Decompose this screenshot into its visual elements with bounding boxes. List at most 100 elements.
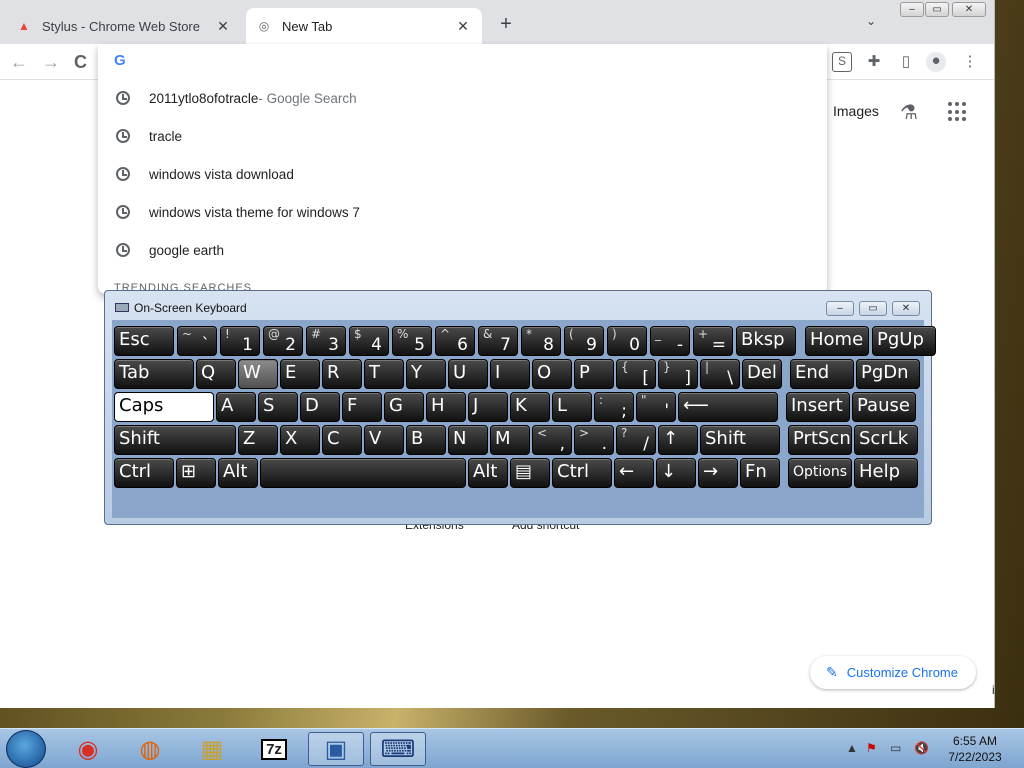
key-prtscn[interactable]: PrtScn xyxy=(788,425,852,455)
images-link[interactable]: Images xyxy=(833,103,879,119)
tab-stylus[interactable]: ▲ Stylus - Chrome Web Store ✕ xyxy=(6,8,242,44)
osk-close-button[interactable]: ✕ xyxy=(892,301,920,316)
suggestion-item[interactable]: windows vista theme for windows 7 xyxy=(98,193,827,231)
key-k[interactable]: K xyxy=(510,392,550,422)
taskbar-osk[interactable]: ⌨ xyxy=(370,732,426,766)
key-insert[interactable]: Insert xyxy=(786,392,850,422)
key-l[interactable]: L xyxy=(552,392,592,422)
apps-grid-icon[interactable] xyxy=(948,102,968,122)
start-button[interactable] xyxy=(6,730,46,768)
key-x[interactable]: X xyxy=(280,425,320,455)
key-symbol[interactable]: _ - xyxy=(650,326,690,356)
menu-icon[interactable]: ⋮ xyxy=(960,52,980,72)
minimize-button[interactable]: – xyxy=(900,2,924,17)
tab-new-tab[interactable]: ◎ New Tab ✕ xyxy=(246,8,482,44)
key-i[interactable]: I xyxy=(490,359,530,389)
key-symbol[interactable]: $4 xyxy=(349,326,389,356)
key-windows[interactable]: ⊞ xyxy=(176,458,216,488)
close-window-button[interactable]: ✕ xyxy=(952,2,986,17)
taskbar-7zip[interactable]: 7z xyxy=(246,732,302,766)
back-icon[interactable]: ← xyxy=(10,52,28,73)
suggestion-item[interactable]: windows vista download xyxy=(98,155,827,193)
key-pgdn[interactable]: PgDn xyxy=(856,359,920,389)
show-hidden-icons[interactable]: ▲ xyxy=(846,741,858,755)
key-symbol[interactable]: <, xyxy=(532,425,572,455)
key-ctrl[interactable]: Ctrl xyxy=(114,458,174,488)
key-space[interactable] xyxy=(260,458,466,488)
key-g[interactable]: G xyxy=(384,392,424,422)
key-tab[interactable]: Tab xyxy=(114,359,194,389)
key-v[interactable]: V xyxy=(364,425,404,455)
key-symbol[interactable]: & 7 xyxy=(478,326,518,356)
key-w[interactable]: W xyxy=(238,359,278,389)
key-options[interactable]: Options xyxy=(788,458,852,488)
profile-icon[interactable]: ● xyxy=(926,52,946,72)
customize-chrome-button[interactable]: ✎ Customize Chrome xyxy=(810,656,976,689)
key-shift[interactable]: Shift xyxy=(114,425,236,455)
key-scrlk[interactable]: ScrLk xyxy=(854,425,918,455)
key-c[interactable]: C xyxy=(322,425,362,455)
key-arrow-down[interactable]: ↓ xyxy=(656,458,696,488)
key-arrow-right[interactable]: → xyxy=(698,458,738,488)
key-q[interactable]: Q xyxy=(196,359,236,389)
labs-icon[interactable]: ⚗ xyxy=(900,100,918,125)
key-symbol[interactable]: ? / xyxy=(616,425,656,455)
omnibox-input[interactable] xyxy=(142,50,802,70)
key-arrow-up[interactable]: ↑ xyxy=(658,425,698,455)
key-p[interactable]: P xyxy=(574,359,614,389)
key-n[interactable]: N xyxy=(448,425,488,455)
osk-maximize-button[interactable]: ▭ xyxy=(859,301,887,316)
key-home[interactable]: Home xyxy=(805,326,869,356)
key-h[interactable]: H xyxy=(426,392,466,422)
key-s[interactable]: S xyxy=(258,392,298,422)
key-d[interactable]: D xyxy=(300,392,340,422)
key-o[interactable]: O xyxy=(532,359,572,389)
key-symbol[interactable]: }] xyxy=(658,359,698,389)
key-symbol[interactable]: >. xyxy=(574,425,614,455)
side-panel-icon[interactable]: ▯ xyxy=(896,52,916,72)
key-enter[interactable]: ⟵ xyxy=(678,392,778,422)
key-shift[interactable]: Shift xyxy=(700,425,780,455)
taskbar-firefox[interactable]: ◍ xyxy=(122,732,178,766)
key-symbol[interactable]: | \ xyxy=(700,359,740,389)
key-z[interactable]: Z xyxy=(238,425,278,455)
reload-icon[interactable]: C xyxy=(74,52,87,73)
action-center-icon[interactable]: ⚑ xyxy=(866,741,877,755)
key-y[interactable]: Y xyxy=(406,359,446,389)
key-symbol[interactable]: ! 1 xyxy=(220,326,260,356)
key-esc[interactable]: Esc xyxy=(114,326,174,356)
key-context-menu[interactable]: ▤ xyxy=(510,458,550,488)
key-r[interactable]: R xyxy=(322,359,362,389)
taskbar-explorer[interactable]: ▦ xyxy=(184,732,240,766)
clock[interactable]: 6:55 AM 7/22/2023 xyxy=(944,733,1006,765)
volume-muted-icon[interactable]: 🔇 xyxy=(914,741,929,755)
key-symbol[interactable]: ) 0 xyxy=(607,326,647,356)
key-symbol[interactable]: :; xyxy=(594,392,634,422)
key-f[interactable]: F xyxy=(342,392,382,422)
suggestion-item[interactable]: 2011ytlo8ofotracle - Google Search xyxy=(98,79,827,117)
key-arrow-left[interactable]: ← xyxy=(614,458,654,488)
stylus-extension-icon[interactable]: S xyxy=(832,52,852,72)
suggestion-item[interactable]: tracle xyxy=(98,117,827,155)
key-symbol[interactable]: " ' xyxy=(636,392,676,422)
taskbar-control-panel[interactable]: ▣ xyxy=(308,732,364,766)
key-alt[interactable]: Alt xyxy=(468,458,508,488)
osk-minimize-button[interactable]: – xyxy=(826,301,854,316)
key-m[interactable]: M xyxy=(490,425,530,455)
suggestion-item[interactable]: google earth xyxy=(98,231,827,269)
key-pause[interactable]: Pause xyxy=(852,392,916,422)
key-symbol[interactable]: % 5 xyxy=(392,326,432,356)
key-caps[interactable]: Caps xyxy=(114,392,214,422)
forward-icon[interactable]: → xyxy=(42,52,60,73)
key-symbol[interactable]: {[ xyxy=(616,359,656,389)
key-symbol[interactable]: #3 xyxy=(306,326,346,356)
key-end[interactable]: End xyxy=(790,359,854,389)
close-tab-icon[interactable]: ✕ xyxy=(454,18,472,35)
key-bksp[interactable]: Bksp xyxy=(736,326,796,356)
key-symbol[interactable]: @2 xyxy=(263,326,303,356)
key-u[interactable]: U xyxy=(448,359,488,389)
key-b[interactable]: B xyxy=(406,425,446,455)
network-icon[interactable]: ▭ xyxy=(890,741,901,755)
close-tab-icon[interactable]: ✕ xyxy=(214,18,232,35)
key-e[interactable]: E xyxy=(280,359,320,389)
